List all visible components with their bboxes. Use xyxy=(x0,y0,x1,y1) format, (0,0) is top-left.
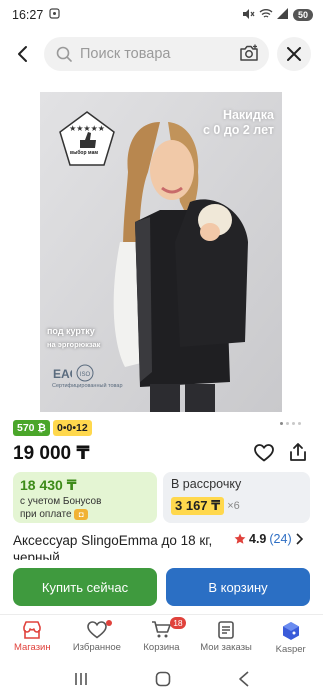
promo-bottom-text: под куртку на эргорюкзак xyxy=(47,324,100,352)
installment-times: ×6 xyxy=(227,500,240,512)
pager-dot xyxy=(292,422,295,425)
heart-icon xyxy=(87,621,107,639)
svg-text:★★★★★: ★★★★★ xyxy=(69,124,105,133)
installment-row: 3 167 ₸ ×6 xyxy=(171,497,302,515)
promo-line-2: с 0 до 2 лет xyxy=(202,123,274,137)
nav-favorites[interactable]: Избранное xyxy=(65,615,130,662)
favorites-dot xyxy=(105,620,112,626)
close-icon xyxy=(287,47,301,61)
review-count: (24) xyxy=(269,532,292,546)
search-bar[interactable] xyxy=(44,37,269,71)
promo-bottom-line-2: на эргорюкзак xyxy=(47,340,101,349)
rating-link[interactable]: 4.9 (24) xyxy=(234,532,303,546)
bottom-navigation: Магазин Избранное 18 Корзина Мои заказы … xyxy=(0,614,323,662)
favorite-button[interactable] xyxy=(254,444,274,467)
bonus-note-line-2: при оплате xyxy=(20,509,72,520)
mom-choice-badge: ★★★★★ xyxy=(59,111,115,166)
home-button[interactable] xyxy=(155,671,171,692)
certification-marks: EAC ISO xyxy=(52,364,94,382)
eac-icon: EAC xyxy=(53,367,72,381)
share-button[interactable] xyxy=(288,442,308,467)
kaspi-coin-icon: ◘ xyxy=(74,508,89,520)
pager-dot xyxy=(280,422,283,425)
bonus-price-card[interactable]: 18 430 ₸ с учетом Бонусов при оплате ◘ xyxy=(13,472,157,523)
status-time: 16:27 xyxy=(12,8,44,22)
bonus-note: с учетом Бонусов при оплате ◘ xyxy=(20,495,150,521)
system-back-button[interactable] xyxy=(238,670,250,692)
bonus-note-line-1: с учетом Бонусов xyxy=(20,496,102,507)
search-input[interactable] xyxy=(80,46,230,62)
kasper-icon xyxy=(282,622,299,640)
signal-icon xyxy=(276,8,289,22)
add-to-cart-button[interactable]: В корзину xyxy=(166,568,310,606)
installment-badge: 0•0•12 xyxy=(53,420,92,436)
recent-apps-button[interactable] xyxy=(73,672,89,691)
wifi-icon xyxy=(259,8,273,22)
product-title: Аксессуар SlingoEmma до 18 кг, черный xyxy=(13,533,213,560)
share-icon xyxy=(290,443,306,461)
buy-now-button[interactable]: Купить сейчас xyxy=(13,568,157,606)
nav-cart[interactable]: 18 Корзина xyxy=(129,615,194,662)
nav-label: Избранное xyxy=(72,642,121,653)
svg-text:EAC: EAC xyxy=(53,367,72,381)
installment-card[interactable]: В рассрочку 3 167 ₸ ×6 xyxy=(163,472,310,523)
search-icon xyxy=(56,46,72,62)
pager-dot xyxy=(286,422,289,425)
nav-label: Корзина xyxy=(143,642,180,653)
promo-bottom-line-1: под куртку xyxy=(47,326,95,336)
cart-count-badge: 18 xyxy=(170,617,186,629)
mute-icon xyxy=(242,8,255,23)
nav-label: Kasper xyxy=(275,644,306,655)
pager-dot xyxy=(298,422,301,425)
product-price: 19 000 ₸ xyxy=(13,443,90,464)
badge-label: выбор мам xyxy=(70,150,99,156)
nav-label: Магазин xyxy=(13,642,51,653)
bonus-price: 18 430 ₸ xyxy=(20,477,77,493)
svg-text:ISO: ISO xyxy=(80,372,91,378)
home-icon xyxy=(156,671,171,686)
nav-shop[interactable]: Магазин xyxy=(0,615,65,662)
star-icon xyxy=(234,533,246,544)
heart-icon xyxy=(254,444,274,462)
battery-level: 50 xyxy=(292,9,313,21)
certified-text: Сертифицированный товар xyxy=(52,383,123,389)
status-bar: 16:27 50 xyxy=(0,0,323,30)
nav-kasper[interactable]: Kasper xyxy=(258,615,323,662)
promo-top-text: Накидка с 0 до 2 лет xyxy=(203,108,274,138)
shop-icon xyxy=(23,621,42,639)
screenshot-icon xyxy=(49,8,60,22)
rating-value: 4.9 xyxy=(249,532,267,546)
image-pager xyxy=(280,422,301,425)
back-arrow-icon xyxy=(239,670,249,687)
close-button[interactable] xyxy=(277,37,311,71)
product-image[interactable]: ★★★★★ выбор мам Накидка с 0 до 2 лет под… xyxy=(40,92,282,412)
recents-icon xyxy=(75,672,87,685)
search-header xyxy=(0,33,323,75)
nav-orders[interactable]: Мои заказы xyxy=(194,615,259,662)
chevron-left-icon xyxy=(18,46,27,62)
bonus-note-line-2-wrap: при оплате ◘ xyxy=(20,508,150,521)
cart-icon xyxy=(152,621,172,638)
promo-line-1: Накидка xyxy=(222,108,274,122)
iso-icon: ISO xyxy=(76,364,94,382)
bonus-badge: 570 ₿ xyxy=(13,420,50,436)
orders-icon xyxy=(218,621,234,639)
installment-label: В рассрочку xyxy=(171,477,242,491)
chevron-right-icon xyxy=(296,533,303,545)
camera-search-icon[interactable] xyxy=(239,44,259,67)
back-button[interactable] xyxy=(8,39,38,69)
system-navigation xyxy=(0,662,323,700)
promo-badges: 570 ₿ 0•0•12 xyxy=(13,420,92,436)
nav-label: Мои заказы xyxy=(200,642,252,653)
installment-monthly: 3 167 ₸ xyxy=(171,497,225,515)
